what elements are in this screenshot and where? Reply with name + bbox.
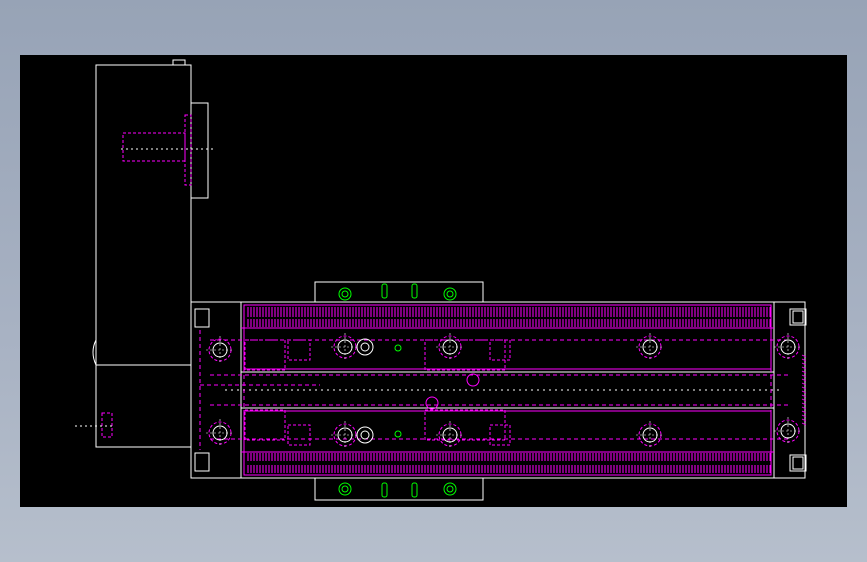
pin-hole [356, 338, 374, 356]
hidden-pocket [244, 339, 286, 371]
carriage-plate-top [314, 281, 484, 303]
plate-hole-inner [341, 290, 349, 298]
dowel-hole [394, 344, 402, 352]
bottom-rail [240, 407, 775, 479]
top-rail [240, 301, 775, 373]
end-cap-left [194, 308, 210, 472]
carriage-plate-bottom [314, 477, 484, 501]
plate-slot [381, 482, 388, 498]
hidden-pocket [287, 339, 311, 361]
plate-hole [338, 482, 352, 496]
plate-hole-inner [446, 290, 454, 298]
plate-hole-inner [341, 485, 349, 493]
hidden-pocket [424, 339, 506, 371]
pin-hole-inner [360, 430, 370, 440]
small-hole [466, 373, 480, 387]
plate-slot [411, 482, 418, 498]
plate-hole-inner [446, 485, 454, 493]
hidden-pocket [244, 409, 286, 441]
end-cap-right [789, 308, 807, 472]
small-hole [425, 396, 439, 410]
plate-slot [381, 283, 388, 299]
plate-hole [443, 287, 457, 301]
cad-viewport[interactable] [20, 55, 847, 507]
pin-hole-inner [360, 342, 370, 352]
hidden-pocket [489, 424, 511, 446]
hidden-pocket [489, 339, 511, 361]
motor-housing [92, 59, 192, 448]
plate-hole [443, 482, 457, 496]
plate-slot [411, 283, 418, 299]
cad-drawing [75, 59, 807, 501]
pin-hole [356, 426, 374, 444]
hidden-pocket [287, 424, 311, 446]
plate-hole [338, 287, 352, 301]
dowel-hole [394, 430, 402, 438]
